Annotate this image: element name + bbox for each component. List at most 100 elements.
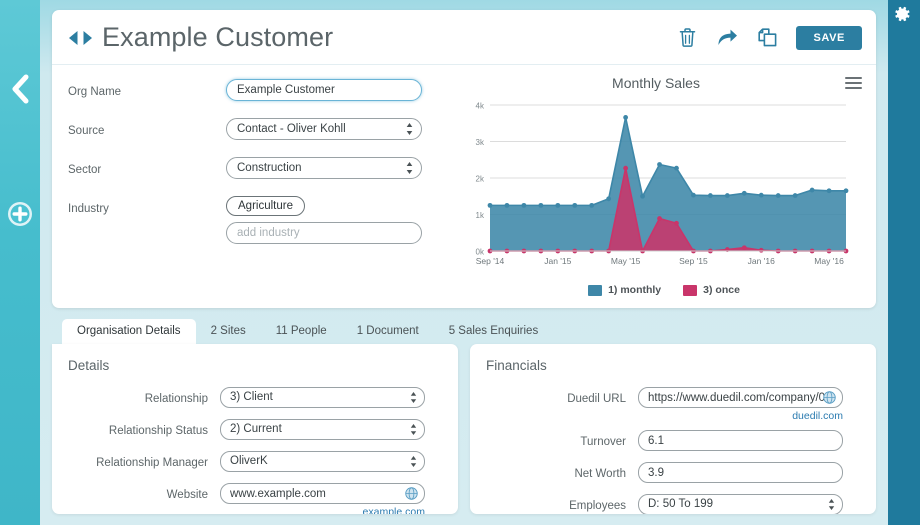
triangle-left-icon[interactable]: [68, 30, 79, 46]
financials-panel: Financials Duedil URL duedil.com Turnover N…: [470, 344, 876, 514]
sector-select[interactable]: Construction: [226, 157, 422, 179]
settings-button[interactable]: [892, 4, 912, 24]
financials-row-employees: Employees D: 50 To 199: [486, 494, 860, 514]
chart-point: [657, 162, 662, 167]
chart-point: [691, 192, 696, 198]
chart-point: [521, 202, 527, 208]
tab-organisation-details[interactable]: Organisation Details: [62, 319, 196, 344]
details-row-relationship-manager: Relationship Manager OliverK: [68, 451, 442, 475]
chart-point: [623, 115, 629, 120]
label-turnover: Turnover: [580, 436, 626, 448]
chart-xtick-label: Sep '15: [679, 256, 708, 266]
relationship-status-select[interactable]: 2) Current: [220, 419, 425, 440]
label-relationship: Relationship: [144, 393, 208, 405]
source-select[interactable]: Contact - Oliver Kohll: [226, 118, 422, 140]
record-body: Org Name Source Contact - Oliver Kohll: [52, 65, 876, 308]
org-form: Org Name Source Contact - Oliver Kohll: [52, 65, 462, 308]
field-source: Contact - Oliver Kohll: [226, 118, 422, 140]
tab-1-document[interactable]: 1 Document: [342, 319, 434, 344]
chart-point: [640, 193, 645, 199]
chart-point: [657, 216, 662, 221]
chart-point: [538, 202, 544, 208]
label-sector: Sector: [68, 164, 102, 176]
field-org-name: [226, 79, 422, 101]
duplicate-button[interactable]: [756, 27, 778, 49]
chart-xtick-label: Jan '16: [748, 256, 775, 266]
legend-swatch: [683, 284, 698, 296]
chart-point: [623, 165, 629, 171]
org-name-input[interactable]: [226, 79, 422, 101]
employees-select[interactable]: D: 50 To 199: [638, 494, 843, 514]
add-record-button[interactable]: [7, 201, 33, 227]
form-row-source: Source Contact - Oliver Kohll: [68, 118, 462, 144]
header-actions: SAVE: [676, 10, 862, 65]
plus-circle-icon: [8, 202, 32, 226]
chart-point: [606, 196, 612, 202]
delete-button[interactable]: [676, 27, 698, 49]
field-employees: D: 50 To 199: [638, 494, 843, 514]
app-root: Example Customer SAVE Org Name Example C…: [0, 0, 920, 525]
net-worth-input[interactable]: [638, 462, 843, 483]
chart-point: [724, 193, 730, 198]
duedil-url-link[interactable]: duedil.com: [638, 410, 843, 422]
field-website: example.com: [220, 483, 425, 514]
label-source: Source: [68, 125, 105, 137]
industry-chip-agriculture[interactable]: Agriculture: [226, 196, 305, 216]
tab-11-people[interactable]: 11 People: [261, 319, 342, 344]
website-link[interactable]: example.com: [220, 506, 425, 514]
left-sidebar: [0, 0, 40, 525]
duedil-url-input[interactable]: [638, 387, 843, 408]
chart-ytick-label: 2k: [476, 175, 485, 184]
label-relationship-manager: Relationship Manager: [96, 457, 208, 469]
chart-point: [758, 247, 764, 253]
tab-2-sites[interactable]: 2 Sites: [196, 319, 261, 344]
page-title: Example Customer: [102, 22, 334, 52]
right-sidebar: [888, 0, 920, 525]
legend-item[interactable]: 3) once: [683, 284, 740, 296]
label-industry: Industry: [68, 203, 109, 215]
save-button[interactable]: SAVE: [796, 25, 862, 50]
field-sector: Construction: [226, 157, 422, 179]
triangle-right-icon[interactable]: [82, 30, 93, 46]
financials-row-turnover: Turnover: [486, 430, 860, 454]
legend-label: 1) monthly: [608, 284, 662, 296]
chart-point: [555, 202, 561, 208]
chart-point: [589, 202, 595, 208]
field-duedil-url: duedil.com: [638, 387, 843, 422]
share-button[interactable]: [716, 27, 738, 49]
copy-icon: [758, 28, 777, 47]
record-tabs: Organisation Details 2 Sites 11 People 1 Do…: [52, 318, 876, 344]
turnover-input[interactable]: [638, 430, 843, 451]
legend-item[interactable]: 1) monthly: [588, 284, 661, 296]
chart-point: [775, 193, 781, 198]
add-industry-input[interactable]: [226, 222, 422, 244]
chart-ytick-label: 4k: [476, 102, 485, 111]
chart-point: [792, 193, 798, 198]
chart-point: [674, 165, 679, 171]
chart-point: [741, 190, 747, 196]
chart-point: [504, 202, 510, 208]
chart-xtick-label: Jan '15: [544, 256, 571, 266]
financials-heading: Financials: [486, 358, 547, 373]
chart-xtick-label: Sep '14: [476, 256, 505, 266]
website-input[interactable]: [220, 483, 425, 504]
field-industry: Agriculture: [226, 196, 422, 244]
form-row-org-name: Org Name: [68, 79, 462, 105]
legend-swatch: [588, 284, 603, 296]
hamburger-menu-icon[interactable]: [845, 77, 862, 92]
main-stage: Example Customer SAVE Org Name Example C…: [40, 0, 888, 525]
relationship-select[interactable]: 3) Client: [220, 387, 425, 408]
details-rows: Relationship 3) Client Relationship Status…: [68, 387, 442, 514]
globe-icon[interactable]: [823, 391, 836, 404]
details-row-website: Website example.com: [68, 483, 442, 514]
label-net-worth: Net Worth: [574, 468, 626, 480]
collapse-sidebar-button[interactable]: [6, 72, 34, 106]
bottom-panels: Details Relationship 3) Client Relationshi…: [52, 344, 876, 514]
globe-icon[interactable]: [405, 487, 418, 500]
tab-5-sales-enquiries[interactable]: 5 Sales Enquiries: [434, 319, 554, 344]
chart-legend: 1) monthly 3) once: [462, 284, 876, 296]
chart-point: [572, 202, 578, 208]
chart-point: [826, 188, 832, 194]
relationship-manager-select[interactable]: OliverK: [220, 451, 425, 472]
monthly-sales-chart: Monthly Sales 0k 1k 2k 3k 4k Sep '14 Jan '15 Ma…: [462, 65, 876, 308]
